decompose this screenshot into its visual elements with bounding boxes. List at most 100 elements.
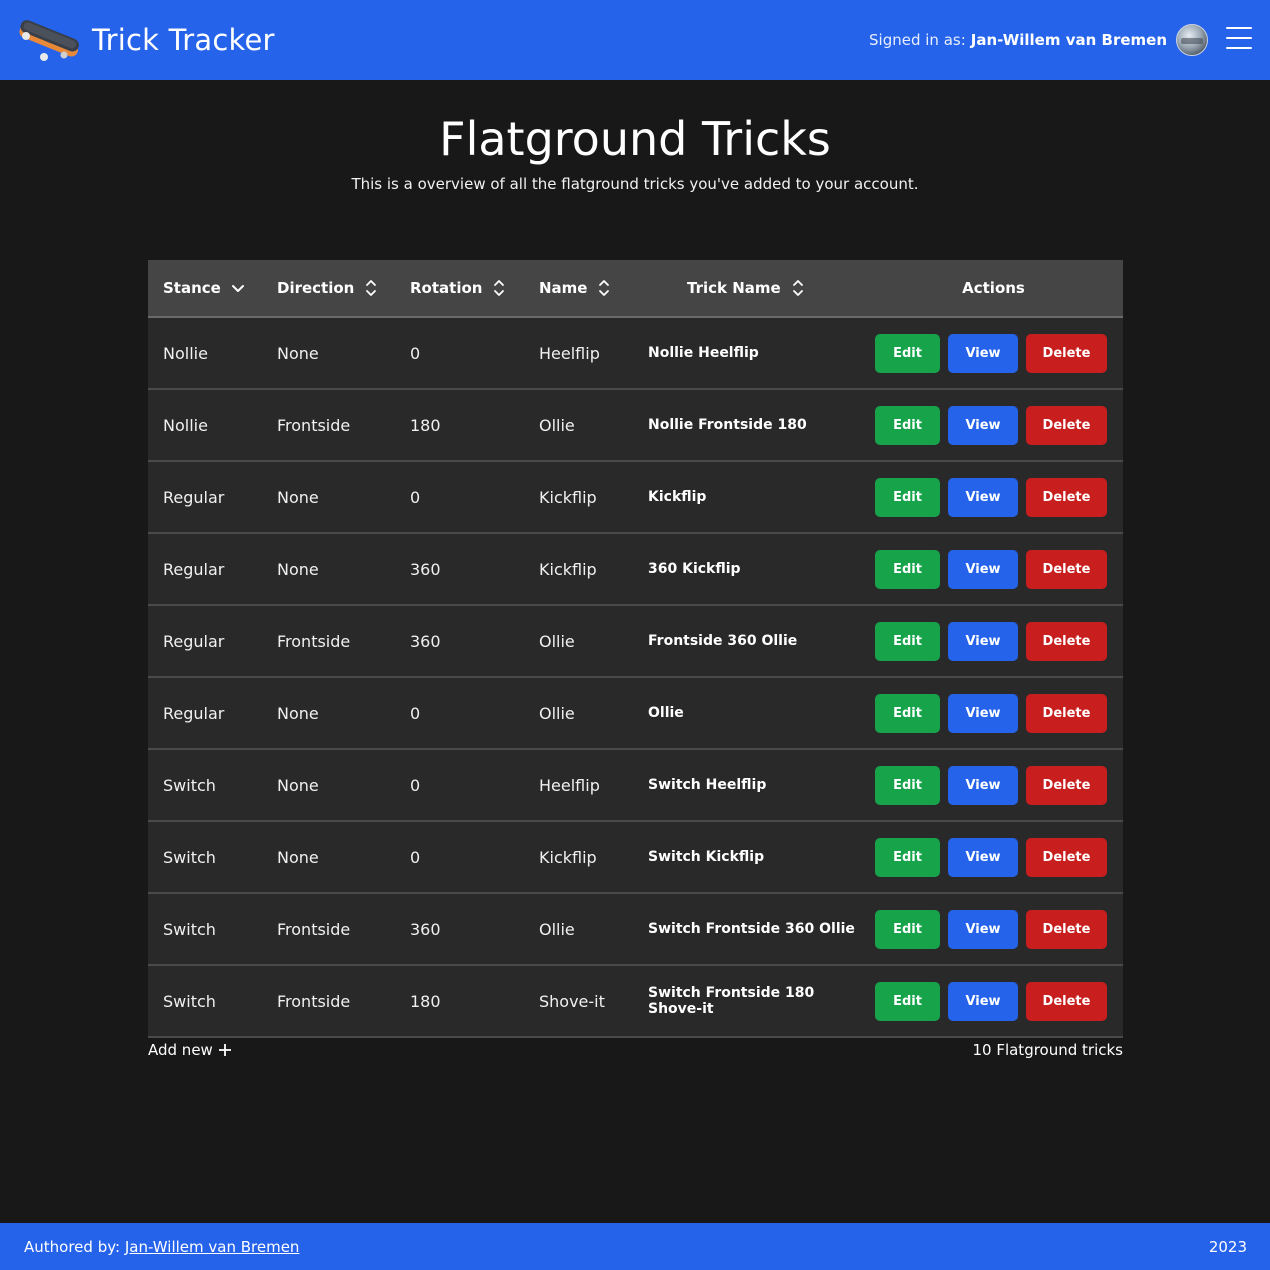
chevron-down-icon[interactable]	[231, 279, 245, 297]
view-button[interactable]: View	[948, 837, 1018, 877]
cell-stance: Regular	[163, 631, 225, 651]
edit-button[interactable]: Edit	[875, 765, 940, 805]
table-row: Regular Frontside 360 Ollie Frontside 360 Ol…	[148, 605, 1123, 677]
row-actions: Edit View Delete	[864, 477, 1123, 517]
row-actions: Edit View Delete	[864, 765, 1123, 805]
view-button[interactable]: View	[948, 981, 1018, 1021]
menu-line	[1226, 27, 1252, 29]
column-header-rotation[interactable]: Rotation	[410, 260, 539, 318]
tricks-table-container: Stance Direction Rotation Name Trick Nam…	[148, 260, 1123, 1038]
delete-button[interactable]: Delete	[1026, 693, 1107, 733]
cell-name: Heelflip	[539, 775, 600, 795]
avatar[interactable]	[1176, 24, 1208, 56]
edit-button[interactable]: Edit	[875, 477, 940, 517]
hamburger-menu-icon[interactable]	[1226, 27, 1252, 49]
column-header-trick-name[interactable]: Trick Name	[648, 260, 864, 318]
brand[interactable]: Trick Tracker	[14, 14, 275, 66]
table-row: Regular None 360 Kickflip 360 Kickflip Edit Vi…	[148, 533, 1123, 605]
table-row: Regular None 0 Ollie Ollie Edit View Delete	[148, 677, 1123, 749]
column-header-actions: Actions	[864, 260, 1123, 318]
view-button[interactable]: View	[948, 405, 1018, 445]
cell-stance: Nollie	[163, 343, 208, 363]
table-row: Switch Frontside 180 Shove-it Switch Frontsi…	[148, 965, 1123, 1037]
cell-actions: Edit View Delete	[864, 533, 1123, 605]
add-new-label: Add new	[148, 1041, 213, 1059]
cell-rotation: 0	[410, 703, 421, 723]
cell-direction: None	[277, 847, 319, 867]
view-button[interactable]: View	[948, 477, 1018, 517]
cell-trick-name: Switch Kickflip	[648, 849, 765, 865]
row-actions: Edit View Delete	[864, 981, 1123, 1021]
cell-actions: Edit View Delete	[864, 677, 1123, 749]
delete-button[interactable]: Delete	[1026, 765, 1107, 805]
edit-button[interactable]: Edit	[875, 333, 940, 373]
sort-updown-icon[interactable]	[492, 279, 506, 297]
cell-rotation: 180	[410, 415, 441, 435]
sort-updown-icon[interactable]	[364, 279, 378, 297]
page-title: Flatground Tricks	[439, 112, 831, 166]
edit-button[interactable]: Edit	[875, 405, 940, 445]
top-navbar: Trick Tracker Signed in as: Jan-Willem v…	[0, 0, 1270, 80]
cell-trick-name: Switch Frontside 180 Shove-it	[648, 985, 815, 1017]
cell-name: Ollie	[539, 631, 575, 651]
add-new-button[interactable]: Add new	[148, 1041, 232, 1059]
row-actions: Edit View Delete	[864, 405, 1123, 445]
column-label: Direction	[277, 279, 355, 297]
edit-button[interactable]: Edit	[875, 693, 940, 733]
cell-trick-name: Nollie Heelflip	[648, 345, 759, 361]
cell-trick-name: Switch Frontside 360 Ollie	[648, 921, 855, 937]
user-info: Signed in as: Jan-Willem van Bremen	[869, 23, 1208, 57]
edit-button[interactable]: Edit	[875, 837, 940, 877]
menu-line	[1226, 47, 1252, 49]
view-button[interactable]: View	[948, 333, 1018, 373]
edit-button[interactable]: Edit	[875, 909, 940, 949]
sort-updown-icon[interactable]	[597, 279, 611, 297]
cell-name: Kickflip	[539, 559, 597, 579]
footer-year: 2023	[1208, 1237, 1247, 1256]
authored-by-label: Authored by:	[24, 1237, 121, 1256]
delete-button[interactable]: Delete	[1026, 621, 1107, 661]
edit-button[interactable]: Edit	[875, 981, 940, 1021]
view-button[interactable]: View	[948, 549, 1018, 589]
delete-button[interactable]: Delete	[1026, 333, 1107, 373]
delete-button[interactable]: Delete	[1026, 405, 1107, 445]
view-button[interactable]: View	[948, 909, 1018, 949]
cell-trick-name: Switch Heelflip	[648, 777, 767, 793]
cell-actions: Edit View Delete	[864, 965, 1123, 1037]
delete-button[interactable]: Delete	[1026, 909, 1107, 949]
cell-name: Ollie	[539, 919, 575, 939]
column-header-stance[interactable]: Stance	[148, 260, 277, 318]
cell-actions: Edit View Delete	[864, 317, 1123, 389]
edit-button[interactable]: Edit	[875, 549, 940, 589]
column-header-direction[interactable]: Direction	[277, 260, 410, 318]
delete-button[interactable]: Delete	[1026, 981, 1107, 1021]
cell-name: Shove-it	[539, 991, 605, 1011]
edit-button[interactable]: Edit	[875, 621, 940, 661]
cell-rotation: 0	[410, 343, 421, 363]
cell-direction: Frontside	[277, 991, 351, 1011]
cell-rotation: 0	[410, 775, 421, 795]
tricks-table: Stance Direction Rotation Name Trick Nam…	[148, 260, 1123, 1038]
column-label: Stance	[163, 279, 221, 297]
delete-button[interactable]: Delete	[1026, 477, 1107, 517]
sort-updown-icon[interactable]	[791, 279, 805, 297]
cell-direction: Frontside	[277, 919, 351, 939]
delete-button[interactable]: Delete	[1026, 549, 1107, 589]
cell-actions: Edit View Delete	[864, 749, 1123, 821]
author-link[interactable]: Jan-Willem van Bremen	[125, 1238, 300, 1256]
table-header-row: Stance Direction Rotation Name Trick Nam…	[148, 260, 1123, 318]
table-row: Switch None 0 Kickflip Switch Kickflip Edit Vi…	[148, 821, 1123, 893]
view-button[interactable]: View	[948, 765, 1018, 805]
cell-actions: Edit View Delete	[864, 893, 1123, 965]
view-button[interactable]: View	[948, 693, 1018, 733]
column-label: Rotation	[410, 279, 483, 297]
column-label: Actions	[962, 279, 1025, 297]
cell-stance: Switch	[163, 775, 216, 795]
delete-button[interactable]: Delete	[1026, 837, 1107, 877]
page-footer: Authored by: Jan-Willem van Bremen 2023	[0, 1223, 1270, 1270]
column-label: Trick Name	[687, 279, 781, 297]
column-header-name[interactable]: Name	[539, 260, 648, 318]
cell-stance: Nollie	[163, 415, 208, 435]
view-button[interactable]: View	[948, 621, 1018, 661]
cell-rotation: 360	[410, 919, 441, 939]
